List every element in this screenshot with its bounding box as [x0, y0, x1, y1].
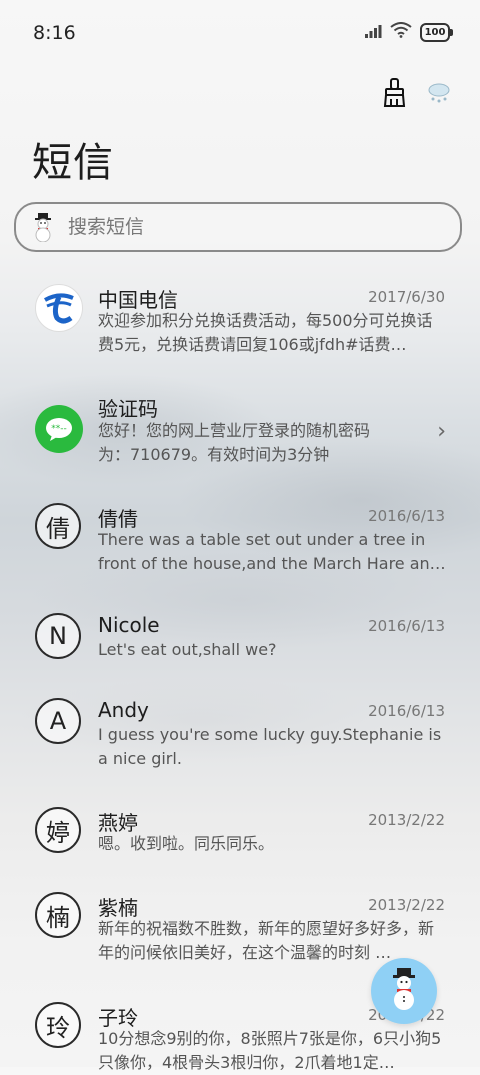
search-bar[interactable] [14, 202, 462, 252]
status-icons: 100 [364, 22, 453, 42]
china-telecom-logo-icon [35, 284, 83, 332]
list-item[interactable]: A Andy 2016/6/13 I guess you're some luc… [0, 698, 480, 798]
message-date: 2016/6/13 [368, 702, 445, 720]
message-preview: 新年的祝福数不胜数，新年的愿望好多好多，新年的问候依旧美好，在这个温馨的时刻 … [98, 919, 435, 962]
contact-avatar: 倩 [35, 503, 81, 549]
sender-name: 验证码 [98, 397, 158, 421]
message-date: 2017/6/30 [368, 288, 445, 306]
message-date: 2016/6/13 [368, 507, 445, 525]
signal-icon [364, 23, 382, 42]
message-preview: Let's eat out,shall we? [98, 640, 277, 659]
weather-snow-icon[interactable] [424, 78, 454, 108]
chevron-right-icon: › [437, 419, 446, 444]
sender-name: Nicole [98, 613, 160, 637]
cleanup-brush-icon[interactable] [380, 78, 410, 108]
status-time: 8:16 [33, 22, 76, 44]
contact-avatar: 婷 [35, 807, 81, 853]
message-preview: I guess you're some lucky guy.Stephanie … [98, 725, 442, 768]
list-item[interactable]: 倩 倩倩 2016/6/13 There was a table set out… [0, 503, 480, 603]
status-bar: 8:16 100 [0, 0, 480, 68]
contact-avatar: 楠 [35, 892, 81, 938]
message-bubble-icon: **-- [35, 405, 83, 453]
contact-avatar: A [35, 698, 81, 744]
message-date: 2016/6/13 [368, 617, 445, 635]
message-preview: 嗯。收到啦。同乐同乐。 [98, 834, 275, 853]
top-actions [380, 78, 454, 108]
list-item[interactable]: N Nicole 2016/6/13 Let's eat out,shall w… [0, 613, 480, 683]
list-item[interactable]: 中国电信 2017/6/30 欢迎参加积分兑换话费活动，每500分可兑换话费5元… [0, 284, 480, 384]
snowman-icon [386, 967, 422, 1015]
message-date: 2013/2/22 [368, 811, 445, 829]
compose-fab-button[interactable] [371, 958, 437, 1024]
list-item[interactable]: 婷 燕婷 2013/2/22 嗯。收到啦。同乐同乐。 [0, 807, 480, 877]
svg-text:**--: **-- [51, 424, 67, 434]
message-preview: There was a table set out under a tree i… [98, 530, 446, 573]
message-preview: 您好！您的网上营业厅登录的随机密码为：710679。有效时间为3分钟 [98, 421, 371, 464]
search-input[interactable] [66, 215, 430, 239]
contact-avatar: N [35, 613, 81, 659]
snowman-icon [30, 212, 56, 243]
list-item[interactable]: **-- 验证码 您好！您的网上营业厅登录的随机密码为：710679。有效时间为… [0, 393, 480, 493]
message-date: 2013/2/22 [368, 896, 445, 914]
message-preview: 欢迎参加积分兑换话费活动，每500分可兑换话费5元，兑换话费请回复106或jfd… [98, 311, 433, 354]
page-title: 短信 [32, 140, 114, 186]
sender-name: Andy [98, 698, 149, 722]
wifi-icon [390, 22, 412, 42]
message-preview: 10分想念9别的你，8张照片7张是你，6只小狗5只像你，4根骨头3根归你，2爪着… [98, 1029, 442, 1072]
battery-icon: 100 [420, 22, 453, 42]
contact-avatar: 玲 [35, 1002, 81, 1048]
